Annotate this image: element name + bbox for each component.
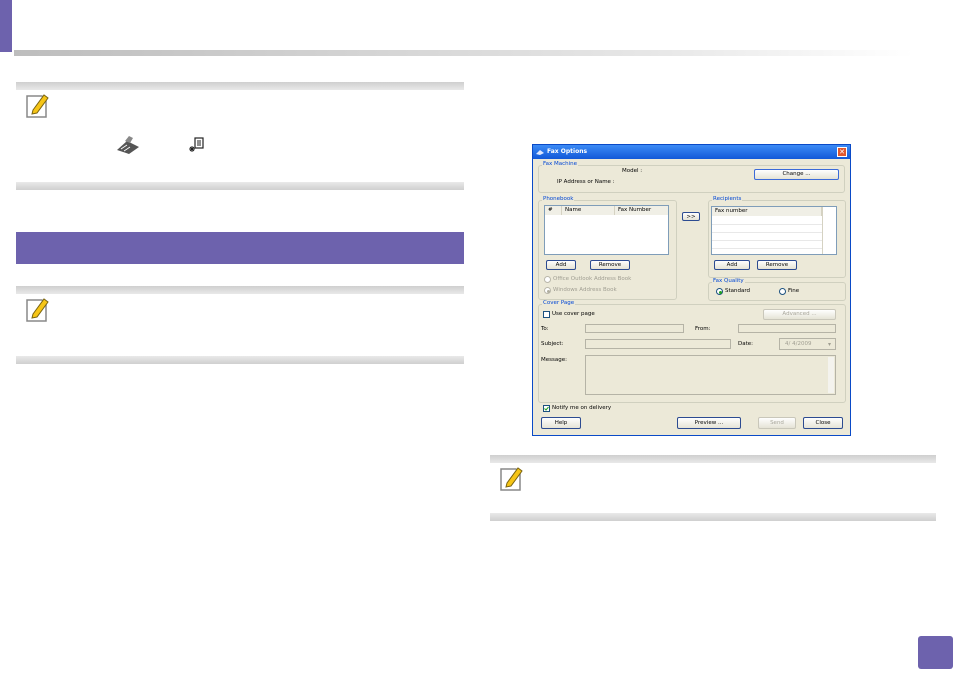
model-label: Model : [622, 168, 643, 174]
fax-options-icon [189, 137, 204, 152]
list-row-divider [712, 232, 822, 233]
date-value: 4/ 4/2009 [785, 341, 812, 347]
help-button[interactable]: Help [541, 417, 581, 429]
message-scrollbar[interactable] [828, 357, 834, 393]
section-heading-bar [16, 232, 464, 264]
to-label: To: [541, 326, 549, 332]
list-row-divider [712, 224, 822, 225]
page-number-badge [918, 636, 953, 669]
chevron-down-icon[interactable]: ▾ [828, 341, 831, 348]
use-cover-page-label: Use cover page [552, 311, 595, 317]
note-pencil-icon [500, 467, 523, 491]
subject-field[interactable] [585, 339, 731, 349]
outlook-address-book-label: Office Outlook Address Book [553, 276, 632, 282]
date-label: Date: [738, 341, 753, 347]
note-box [16, 82, 464, 190]
fine-quality-radio[interactable] [779, 288, 786, 295]
list-column-divider [822, 207, 823, 254]
from-field[interactable] [738, 324, 836, 333]
recipients-remove-button[interactable]: Remove [757, 260, 797, 270]
message-textarea[interactable] [585, 355, 836, 395]
note-top-bar [490, 455, 936, 463]
radio-dot [546, 289, 550, 293]
windows-address-book-label: Windows Address Book [553, 287, 617, 293]
dialog-titlebar[interactable]: Fax Options ✕ [533, 145, 850, 159]
list-row-divider [712, 248, 822, 249]
recipients-add-button[interactable]: Add [714, 260, 750, 270]
radio-dot [718, 290, 722, 294]
windows-address-book-radio[interactable] [544, 287, 551, 294]
message-label: Message: [541, 357, 567, 363]
column-header-fax-number[interactable]: Fax Number [615, 206, 668, 215]
fine-quality-label: Fine [788, 288, 800, 294]
note-bottom-bar [16, 356, 464, 364]
close-icon[interactable]: ✕ [837, 147, 847, 157]
phonebook-add-button[interactable]: Add [546, 260, 576, 270]
dialog-title: Fax Options [547, 148, 588, 155]
checkmark-icon [544, 406, 549, 411]
note-top-bar [16, 286, 464, 294]
note-top-bar [16, 82, 464, 90]
fax-quality-group-label: Fax Quality [712, 278, 745, 284]
column-header-number[interactable]: # [545, 206, 562, 215]
column-header-fax-number[interactable]: Fax number [712, 207, 822, 216]
phonebook-group-label: Phonebook [542, 196, 575, 202]
notify-on-delivery-label: Notify me on delivery [552, 405, 612, 411]
column-header-name[interactable]: Name [562, 206, 615, 215]
to-field[interactable] [585, 324, 684, 333]
list-row-divider [712, 240, 822, 241]
note-bottom-bar [16, 182, 464, 190]
fax-options-dialog: Fax Options ✕ Fax Machine Model : IP Add… [532, 144, 851, 436]
add-to-recipients-button[interactable]: >> [682, 212, 700, 221]
change-button[interactable]: Change ... [754, 169, 839, 180]
recipients-group-label: Recipients [712, 196, 743, 202]
fax-machine-icon [117, 136, 139, 154]
outlook-address-book-radio[interactable] [544, 276, 551, 283]
notify-on-delivery-checkbox[interactable] [543, 405, 550, 412]
subject-label: Subject: [541, 341, 564, 347]
note-pencil-icon [26, 298, 49, 322]
use-cover-page-checkbox[interactable] [543, 311, 550, 318]
cover-page-group-label: Cover Page [542, 300, 576, 306]
send-button[interactable]: Send [758, 417, 796, 429]
phonebook-list[interactable]: # Name Fax Number [544, 205, 669, 255]
standard-quality-radio[interactable] [716, 288, 723, 295]
note-box [490, 455, 936, 521]
note-bottom-bar [490, 513, 936, 521]
standard-quality-label: Standard [725, 288, 751, 294]
chapter-tab [0, 0, 12, 52]
recipients-list[interactable]: Fax number [711, 206, 837, 255]
from-label: From: [695, 326, 711, 332]
header-divider [14, 50, 914, 56]
phonebook-remove-button[interactable]: Remove [590, 260, 630, 270]
date-picker[interactable]: 4/ 4/2009 ▾ [779, 338, 836, 350]
advanced-button[interactable]: Advanced ... [763, 309, 836, 320]
note-pencil-icon [26, 94, 49, 118]
note-box [16, 286, 464, 364]
preview-button[interactable]: Preview ... [677, 417, 741, 429]
ip-address-label: IP Address or Name : [557, 179, 615, 185]
close-button[interactable]: Close [803, 417, 843, 429]
fax-machine-group-label: Fax Machine [542, 161, 579, 167]
fax-app-icon [536, 150, 544, 155]
